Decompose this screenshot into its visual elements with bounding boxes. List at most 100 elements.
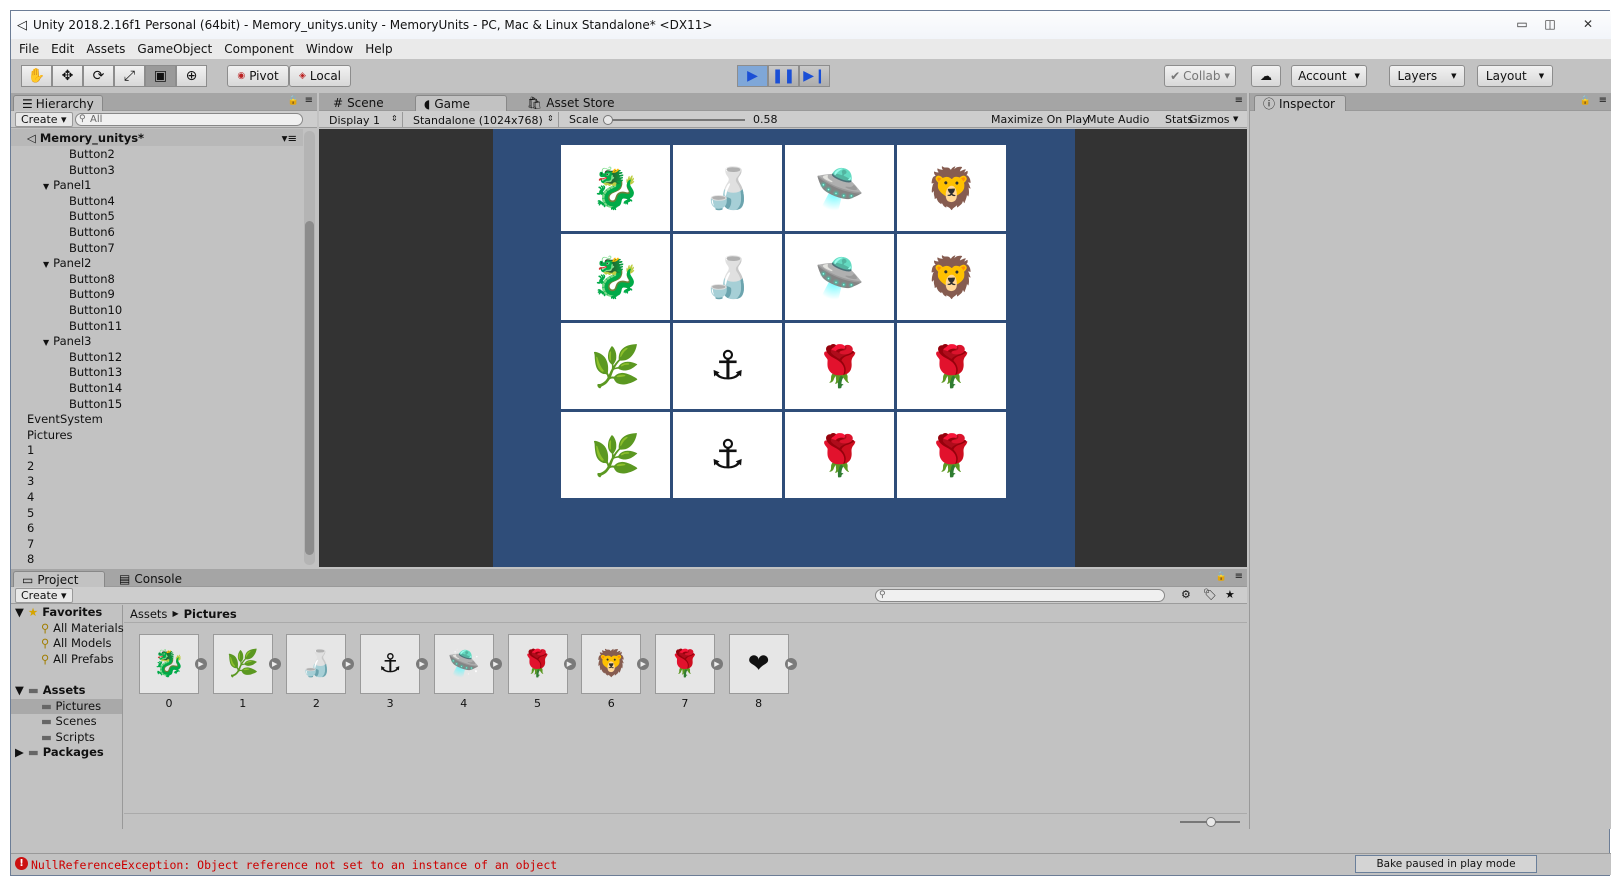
folder-scripts[interactable]: ▬ Scripts [11, 730, 122, 746]
tab-scene[interactable]: # Scene [325, 95, 392, 111]
panel-menu-icon[interactable]: ≡ [1235, 95, 1243, 106]
filter-type-icon[interactable]: ⚙ [1181, 588, 1191, 601]
filter-label-icon[interactable]: 🏷 [1203, 588, 1217, 601]
panel-menu-icon[interactable]: ≡ [1235, 571, 1243, 582]
hierarchy-item[interactable]: 4 [11, 490, 303, 506]
hierarchy-item[interactable]: Button10 [11, 303, 303, 319]
menu-assets[interactable]: Assets [86, 42, 125, 56]
sprite-expand-icon[interactable]: ▶ [637, 658, 650, 670]
transform-tool-icon[interactable]: ⊕ [176, 65, 207, 87]
memory-card[interactable]: 🌹 [897, 412, 1006, 498]
expand-arrow-icon[interactable]: ▼ [43, 338, 49, 347]
hierarchy-item[interactable]: 3 [11, 474, 303, 490]
hierarchy-item[interactable]: Pictures [11, 428, 303, 444]
fav-all-prefabs[interactable]: ⚲ All Prefabs [11, 652, 122, 668]
hierarchy-item[interactable]: Button15 [11, 397, 303, 413]
asset-thumbnail[interactable]: 🛸 [433, 634, 494, 694]
hierarchy-item[interactable]: Button6 [11, 225, 303, 241]
play-button[interactable]: ▶ [737, 65, 768, 87]
scale-slider-handle[interactable] [602, 115, 613, 125]
hierarchy-item[interactable]: Button13 [11, 365, 303, 381]
tab-inspector[interactable]: ⓘ Inspector [1254, 95, 1346, 111]
menu-edit[interactable]: Edit [51, 42, 74, 56]
thumbnail-slider-handle[interactable] [1206, 817, 1216, 827]
collab-button[interactable]: ✔ Collab ▼ [1164, 65, 1236, 87]
memory-card[interactable]: 🌿 [561, 412, 670, 498]
pause-button[interactable]: ❚❚ [768, 65, 799, 87]
hierarchy-item[interactable]: 5 [11, 506, 303, 522]
menu-help[interactable]: Help [365, 42, 392, 56]
layout-dropdown[interactable]: Layout ▼ [1477, 65, 1553, 87]
thumbnail-size-slider[interactable] [1180, 817, 1240, 827]
menu-file[interactable]: File [19, 42, 39, 56]
lock-icon[interactable]: 🔒 [288, 96, 299, 106]
tab-game[interactable]: ◖ Game [415, 95, 507, 111]
memory-card[interactable]: 🍶 [673, 234, 782, 320]
breadcrumb-pictures[interactable]: Pictures [184, 607, 237, 621]
rotate-tool-icon[interactable]: ⟳ [83, 65, 114, 87]
scene-root-row[interactable]: ◁ Memory_unitys* ▾≡ [11, 129, 303, 146]
menu-gameobject[interactable]: GameObject [137, 42, 212, 56]
fav-all-materials[interactable]: ⚲ All Materials [11, 621, 124, 637]
project-search-input[interactable]: ⚲ [875, 589, 1165, 602]
tab-asset-store[interactable]: 🛍 Asset Store [519, 95, 623, 111]
assets-folder[interactable]: ▼ ▬ Assets [11, 683, 122, 699]
scale-tool-icon[interactable]: ⤢ [114, 65, 145, 87]
expand-arrow-icon[interactable]: ▼ [43, 260, 49, 269]
hierarchy-item[interactable]: Button14 [11, 381, 303, 397]
asset-thumbnail[interactable]: ⚓ [360, 634, 421, 694]
hierarchy-item[interactable]: ▼ Panel2 [11, 256, 303, 272]
hierarchy-item[interactable]: 6 [11, 521, 303, 537]
hierarchy-item[interactable]: Button5 [11, 209, 303, 225]
memory-card[interactable]: 🌹 [785, 412, 894, 498]
lock-icon[interactable]: 🔒 [1580, 96, 1591, 106]
hand-tool-icon[interactable]: ✋ [21, 65, 52, 87]
memory-card[interactable]: ⚓ [673, 412, 782, 498]
scale-slider[interactable] [602, 115, 745, 125]
sprite-expand-icon[interactable]: ▶ [342, 658, 355, 670]
hierarchy-item[interactable]: 1 [11, 443, 303, 459]
memory-card[interactable]: ⚓ [673, 323, 782, 409]
favorite-star-icon[interactable]: ★ [1225, 588, 1235, 601]
rect-tool-icon[interactable]: ▣ [145, 65, 176, 87]
asset-thumbnail[interactable]: 🌹 [507, 634, 568, 694]
packages-folder[interactable]: ▶ ▬ Packages [11, 745, 122, 761]
asset-thumbnail[interactable]: 🐉 [139, 634, 199, 694]
tab-console[interactable]: ▤ Console [111, 571, 190, 587]
hierarchy-item[interactable]: 2 [11, 459, 303, 475]
tab-project[interactable]: ▭ Project [13, 571, 105, 587]
memory-card[interactable]: 🦁 [897, 145, 1006, 231]
hierarchy-item[interactable]: Button2 [11, 147, 303, 163]
panel-menu-icon[interactable]: ≡ [305, 95, 313, 106]
layers-dropdown[interactable]: Layers ▼ [1389, 65, 1465, 87]
tab-hierarchy[interactable]: ☰ Hierarchy [13, 95, 103, 111]
hierarchy-scrollbar[interactable] [304, 131, 315, 565]
memory-card[interactable]: 🐉 [561, 145, 670, 231]
hierarchy-item[interactable]: Button8 [11, 272, 303, 288]
hierarchy-item[interactable]: Button7 [11, 241, 303, 257]
memory-card[interactable]: 🌹 [785, 323, 894, 409]
restore-button[interactable]: ◫ [1537, 15, 1563, 33]
cloud-button[interactable]: ☁ [1251, 65, 1281, 87]
hierarchy-item[interactable]: Button4 [11, 194, 303, 210]
sprite-expand-icon[interactable]: ▶ [416, 658, 429, 670]
local-button[interactable]: ◈ Local [289, 65, 351, 87]
sprite-expand-icon[interactable]: ▶ [489, 658, 502, 670]
asset-thumbnail[interactable]: 🍶 [286, 634, 347, 694]
display-dropdown[interactable]: Display 1 ⇕ [323, 112, 403, 127]
folder-scenes[interactable]: ▬ Scenes [11, 714, 122, 730]
hierarchy-item[interactable]: ▼ Panel1 [11, 178, 303, 194]
breadcrumb-assets[interactable]: Assets [130, 607, 167, 621]
scene-menu-icon[interactable]: ▾≡ [282, 131, 297, 145]
game-view[interactable]: 🐉 🍶 🛸 🦁 🐉 🍶 🛸 🦁 🌿 ⚓ 🌹 🌹 🌿 ⚓ 🌹 🌹 [319, 129, 1247, 567]
memory-card[interactable]: 🍶 [673, 145, 782, 231]
hierarchy-create-button[interactable]: Create ▾ [15, 112, 73, 127]
project-create-button[interactable]: Create ▾ [15, 588, 73, 603]
step-button[interactable]: ▶❙ [799, 65, 830, 87]
memory-card[interactable]: 🐉 [561, 234, 670, 320]
sprite-expand-icon[interactable]: ▶ [563, 658, 576, 670]
minimize-button[interactable]: ▭ [1509, 15, 1535, 33]
memory-card[interactable]: 🛸 [785, 234, 894, 320]
sprite-expand-icon[interactable]: ▶ [784, 658, 797, 670]
sprite-expand-icon[interactable]: ▶ [710, 658, 723, 670]
